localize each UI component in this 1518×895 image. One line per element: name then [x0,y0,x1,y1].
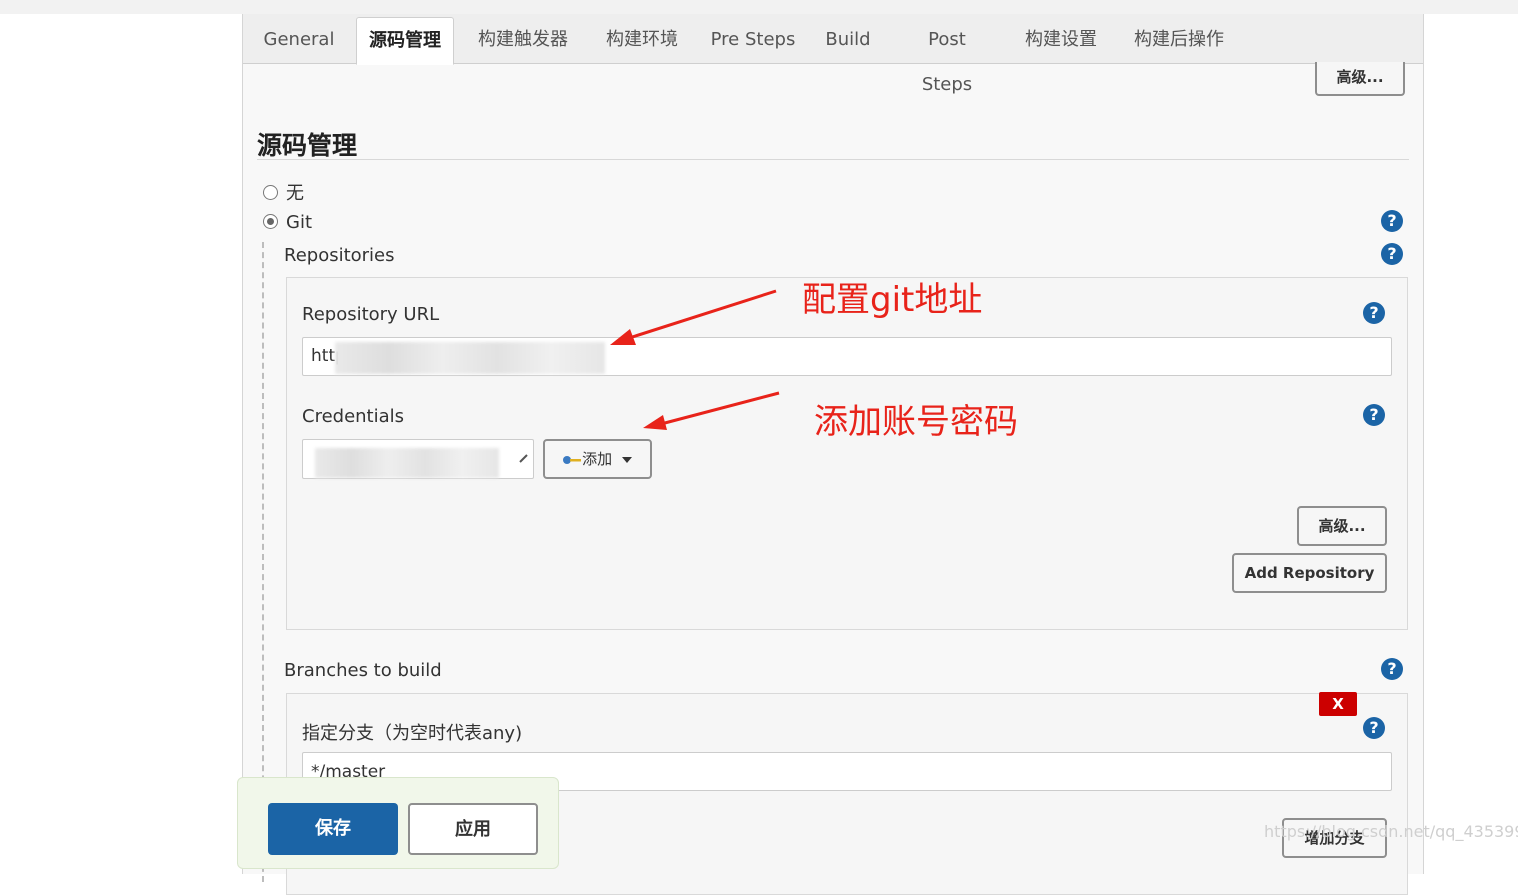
radio-git-label: Git [286,212,313,233]
repo-advanced-button[interactable]: 高级... [1297,506,1387,546]
top-advanced-button[interactable]: 高级... [1315,62,1405,96]
tab-bar: General 源码管理 构建触发器 构建环境 Pre Steps Build … [243,14,1423,95]
branches-help-icon[interactable]: ? [1381,658,1403,680]
annotation-arrow-url [610,289,777,345]
add-credentials-label: 添加 [582,450,613,468]
section-divider [257,159,1409,160]
repo-url-help-icon[interactable]: ? [1363,302,1385,324]
radio-none-label: 无 [286,183,304,204]
credentials-help-icon[interactable]: ? [1363,404,1385,426]
chevron-down-icon [621,456,632,463]
top-strip [0,0,1518,14]
annotation-git-url: 配置git地址 [802,280,983,320]
annotation-credentials: 添加账号密码 [814,402,1018,442]
tab-post-build[interactable]: 构建后操作 [1127,17,1231,62]
delete-branch-button[interactable]: X [1319,692,1357,716]
branch-spec-help-icon[interactable]: ? [1363,717,1385,739]
radio-git-circle[interactable] [263,213,278,229]
apply-button[interactable]: 应用 [408,803,538,855]
tab-build-env[interactable]: 构建环境 [599,17,685,62]
config-panel: General 源码管理 构建触发器 构建环境 Pre Steps Build … [242,14,1424,895]
select-arrow-icon [519,454,528,463]
radio-none[interactable]: 无 [263,179,304,205]
radio-none-circle[interactable] [263,184,278,200]
tab-post-steps[interactable]: Post Steps [901,17,993,95]
watermark: https://blog.csdn.net/qq_43539962 [1264,822,1518,841]
tab-build[interactable]: Build [821,17,875,62]
tab-build-settings[interactable]: 构建设置 [1019,17,1103,62]
tab-general[interactable]: General [257,17,341,62]
repositories-help-icon[interactable]: ? [1381,243,1403,265]
redacted-credentials [315,448,499,478]
annotation-arrow-credentials [643,391,780,430]
key-icon [563,455,582,464]
add-repository-button[interactable]: Add Repository [1232,553,1387,593]
save-button[interactable]: 保存 [268,803,398,855]
repo-url-label: Repository URL [302,304,440,325]
tab-pre-steps[interactable]: Pre Steps [709,17,797,62]
radio-git[interactable]: Git [263,212,312,233]
add-credentials-button[interactable]: 添加 [543,439,652,479]
section-title: 源码管理 [257,131,358,160]
git-help-icon[interactable]: ? [1381,210,1403,232]
tab-build-triggers[interactable]: 构建触发器 [471,17,575,62]
branch-spec-label: 指定分支（为空时代表any) [302,723,523,744]
tab-scm[interactable]: 源码管理 [356,17,454,65]
redacted-url [335,342,605,374]
credentials-label: Credentials [302,406,405,427]
branches-label: Branches to build [284,660,442,681]
repositories-label: Repositories [284,245,395,266]
